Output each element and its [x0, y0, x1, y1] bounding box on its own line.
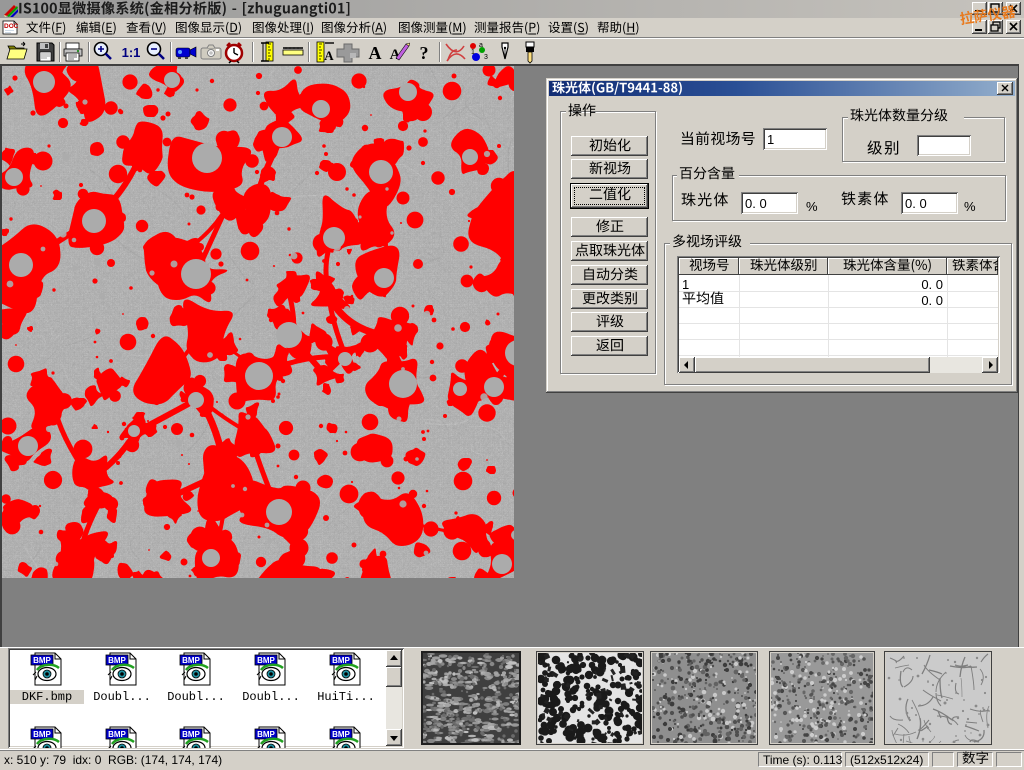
svg-text:1: 1 [471, 49, 475, 56]
svg-text:A: A [324, 48, 334, 63]
svg-text:DOC: DOC [4, 23, 18, 30]
svg-text:?: ? [420, 43, 429, 63]
svg-text:3: 3 [484, 54, 488, 61]
svg-text:A: A [369, 43, 382, 63]
svg-text:1:1: 1:1 [122, 45, 141, 60]
svg-text:a: a [479, 42, 483, 49]
